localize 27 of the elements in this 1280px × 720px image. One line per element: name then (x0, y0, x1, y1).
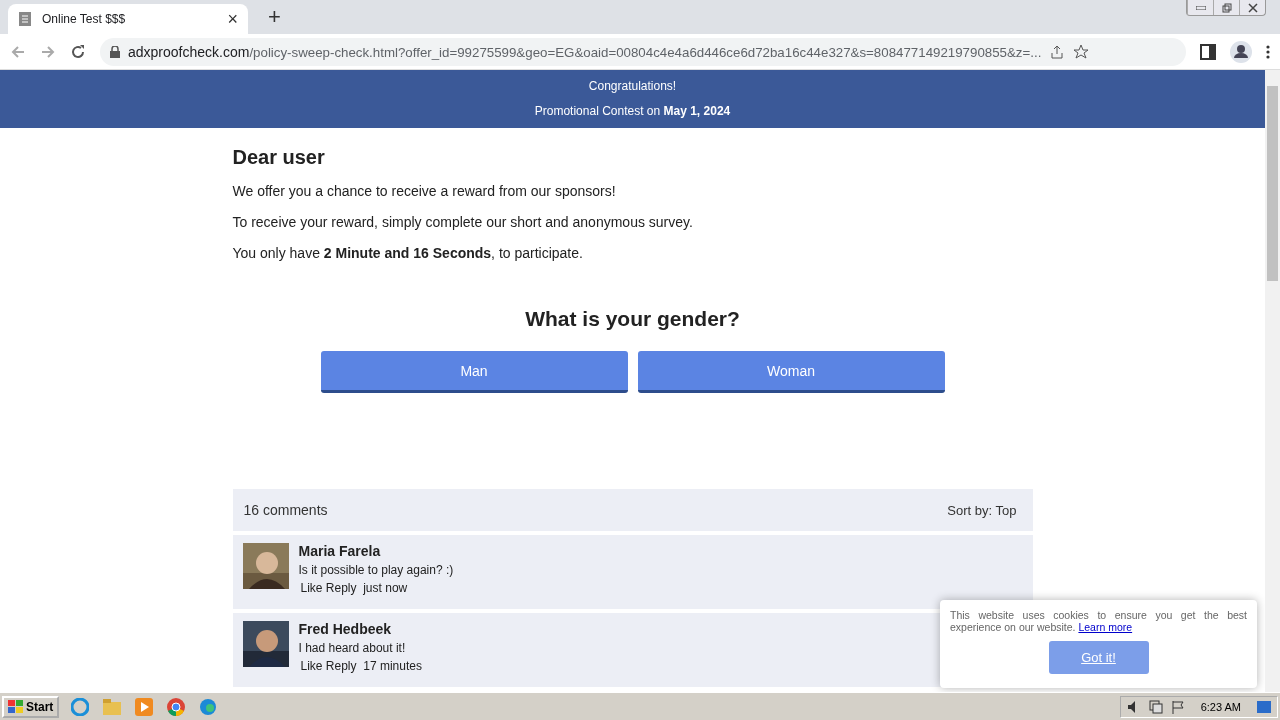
question-heading: What is your gender? (524, 307, 741, 331)
learn-more-link[interactable]: Learn more (1078, 621, 1133, 633)
sort-control[interactable]: Sort by: Top (947, 502, 1017, 518)
new-tab-button[interactable]: + (268, 4, 281, 30)
intro-paragraph: We offer you a chance to receive a reward from our sponsors! (232, 183, 617, 199)
comment-meta: Like Reply just now (300, 581, 409, 595)
close-tab-button[interactable]: × (227, 8, 238, 30)
answer-button[interactable]: Man (320, 351, 628, 393)
tab-title: Online Test $$$ (42, 12, 127, 26)
cookie-text: This website uses cookies to ensure you get the best experience on our website. Learn more (950, 609, 1247, 633)
answer-button[interactable]: Woman (637, 351, 945, 393)
url-text: adxproofcheck.com/policy-sweep-check.html?offer_id=99275599&geo=EG&oaid=00804c4e4a6d446ce6d72ba16c44e327&s=808477149219790855&z=... (128, 43, 1042, 60)
address-bar[interactable]: adxproofcheck.com/policy-sweep-check.html?offer_id=99275599&geo=EG&oaid=00804c4e4a6d446ce6d72ba16c44e327&s=808477149219790855&z=... (100, 37, 1186, 66)
comment-meta: Like Reply 17 minutes (300, 659, 422, 673)
greeting-heading: Dear user (232, 146, 326, 169)
banner-title: Congratulations! (588, 79, 677, 93)
comment-author: Fred Hedbeek (298, 621, 393, 637)
clock: 6:23 AM (1200, 700, 1241, 713)
intro-paragraph: You only have 2 Minute and 16 Seconds, to participate. (232, 245, 584, 261)
browser-tab[interactable]: Online Test $$$ × (8, 4, 248, 34)
comment-text: Is it possible to play again? :) (298, 563, 454, 577)
comment-count: 16 comments (243, 502, 328, 518)
start-button[interactable]: Start (2, 695, 60, 718)
comment-text: I had heard about it! (298, 641, 407, 655)
comment-author: Maria Farela (298, 543, 382, 559)
intro-paragraph: To receive your reward, simply complete our short and anonymous survey. (232, 214, 694, 230)
banner-subtitle: Promotional Contest on May 1, 2024 (534, 104, 731, 118)
